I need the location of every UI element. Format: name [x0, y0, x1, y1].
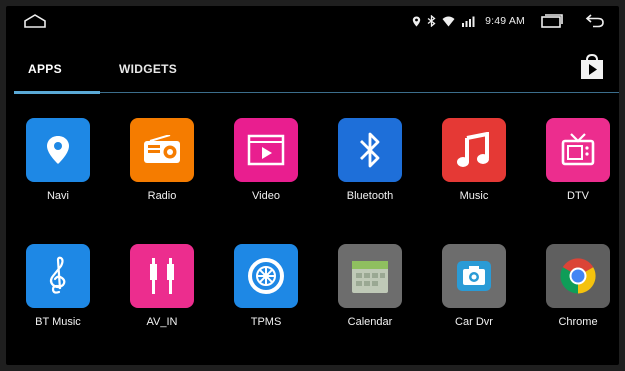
app-label: BT Music — [35, 316, 81, 328]
app-radio[interactable]: Radio — [117, 118, 207, 202]
recents-icon[interactable] — [541, 14, 563, 28]
play-store-icon[interactable] — [579, 54, 605, 80]
tab-widgets[interactable]: WIDGETS — [119, 62, 177, 76]
app-car-dvr[interactable]: Car Dvr — [429, 244, 519, 328]
location-icon — [412, 16, 421, 26]
app-bluetooth[interactable]: Bluetooth — [325, 118, 415, 202]
clock: 9:49 AM — [485, 15, 525, 27]
music-note-icon — [442, 118, 506, 182]
tab-apps[interactable]: APPS — [28, 62, 62, 76]
app-tpms[interactable]: TPMS — [221, 244, 311, 328]
app-video[interactable]: Video — [221, 118, 311, 202]
calendar-icon — [338, 244, 402, 308]
radio-icon — [130, 118, 194, 182]
app-calendar[interactable]: Calendar — [325, 244, 415, 328]
active-tab-indicator — [14, 91, 100, 94]
wifi-icon — [442, 16, 455, 26]
video-icon — [234, 118, 298, 182]
home-icon[interactable] — [24, 14, 46, 28]
back-icon[interactable] — [585, 14, 605, 28]
app-label: TPMS — [250, 316, 282, 328]
bluetooth-icon — [427, 15, 436, 27]
app-label: Radio — [147, 190, 177, 202]
tab-divider — [100, 92, 619, 93]
app-label: Video — [252, 190, 280, 202]
camera-icon — [442, 244, 506, 308]
tab-bar: APPS WIDGETS — [6, 54, 619, 96]
app-label: Navi — [46, 190, 69, 202]
signal-icon — [462, 16, 475, 27]
location-pin-icon — [26, 118, 90, 182]
app-av-in[interactable]: AV_IN — [117, 244, 207, 328]
app-dtv[interactable]: DTV — [533, 118, 619, 202]
app-label: Music — [459, 190, 489, 202]
app-label: DTV — [567, 190, 589, 202]
tire-icon — [234, 244, 298, 308]
bluetooth-icon — [338, 118, 402, 182]
app-label: Chrome — [558, 316, 598, 328]
status-bar: 9:49 AM — [6, 6, 619, 36]
app-chrome[interactable]: Chrome — [533, 244, 619, 328]
tv-icon — [546, 118, 610, 182]
app-label: AV_IN — [146, 316, 178, 328]
app-music[interactable]: Music — [429, 118, 519, 202]
treble-clef-icon — [26, 244, 90, 308]
app-bt-music[interactable]: BT Music — [13, 244, 103, 328]
app-navi[interactable]: Navi — [13, 118, 103, 202]
rca-plugs-icon — [130, 244, 194, 308]
app-label: Car Dvr — [455, 316, 493, 328]
chrome-icon — [546, 244, 610, 308]
app-label: Bluetooth — [346, 190, 394, 202]
screen: 9:49 AM APPS WIDGETS Navi Radio Video Bl… — [6, 6, 619, 365]
app-label: Calendar — [347, 316, 393, 328]
